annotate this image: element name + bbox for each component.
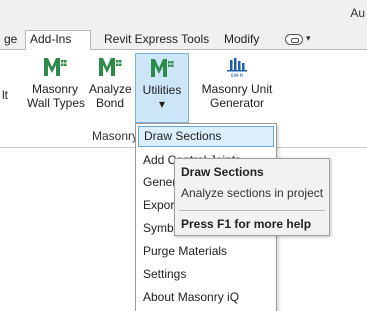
masonry-unit-generator-button[interactable]: BIM-M Masonry Unit Generator	[199, 56, 275, 110]
masonry-wall-types-label-line1: Masonry	[31, 82, 78, 96]
partial-ribbon-label: lt	[2, 88, 8, 102]
masonry-wall-types-label-line2: Wall Types	[27, 96, 86, 110]
tooltip-help-hint: Press F1 for more help	[181, 217, 312, 231]
masonry-unit-generator-label-line1: Masonry Unit	[201, 82, 273, 96]
title-bar: Au	[0, 0, 367, 28]
bim-m-badge-text: BIM-M	[231, 73, 244, 78]
masonry-iq-logo-icon	[99, 58, 122, 76]
tooltip-title: Draw Sections	[181, 165, 264, 179]
menu-item-settings[interactable]: Settings	[136, 264, 276, 285]
tooltip-draw-sections: Draw Sections Analyze sections in projec…	[174, 158, 330, 236]
utilities-button[interactable]: Utilities ▾	[135, 53, 189, 123]
tab-modify[interactable]: Modify	[220, 31, 259, 50]
tab-manage-partial[interactable]: ge	[0, 31, 17, 50]
analyze-bond-label-line1: Analyze	[89, 82, 132, 96]
analyze-bond-label-line2: Bond	[95, 96, 125, 110]
tooltip-description: Analyze sections in project	[181, 186, 324, 200]
utilities-label: Utilities	[142, 83, 182, 97]
tooltip-divider	[179, 210, 325, 211]
menu-item-purge-materials[interactable]: Purge Materials	[136, 241, 276, 262]
masonry-wall-types-button[interactable]: Masonry Wall Types	[27, 56, 86, 110]
tab-add-ins[interactable]: Add-Ins	[25, 30, 91, 51]
window-title: Au	[350, 6, 365, 20]
menu-item-about-masonry-iq[interactable]: About Masonry iQ	[136, 287, 276, 308]
masonry-iq-logo-icon	[151, 59, 174, 77]
ribbon-tab-bar: ge Add-Ins Revit Express Tools Modify ▾	[0, 28, 367, 51]
bim-m-icon: BIM-M	[227, 58, 247, 78]
analyze-bond-button[interactable]: Analyze Bond	[89, 56, 132, 110]
masonry-iq-logo-icon	[44, 58, 67, 76]
tab-revit-express-tools[interactable]: Revit Express Tools	[100, 31, 209, 50]
chevron-down-icon: ▾	[158, 97, 166, 111]
masonry-unit-generator-label-line2: Generator	[209, 96, 265, 110]
panel-toggle-icon[interactable]	[285, 34, 303, 45]
menu-item-draw-sections[interactable]: Draw Sections	[138, 126, 274, 147]
chevron-down-icon[interactable]: ▾	[306, 33, 311, 44]
